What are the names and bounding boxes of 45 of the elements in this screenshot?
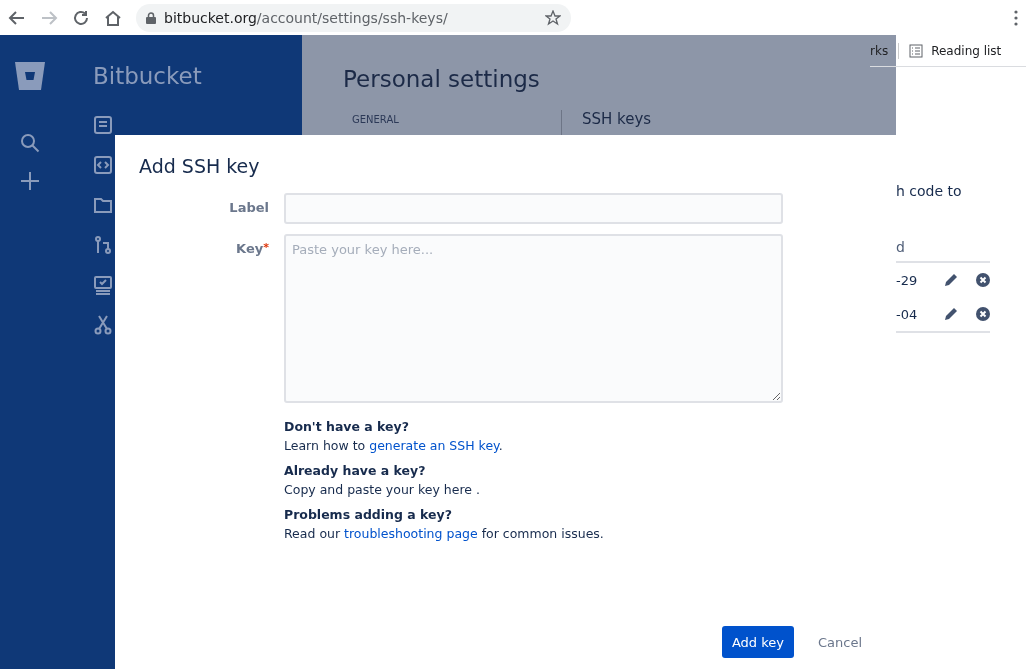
help-heading: Don't have a key? — [284, 419, 410, 434]
pencil-icon[interactable] — [944, 273, 958, 287]
help-link[interactable]: generate an SSH key — [369, 438, 499, 453]
plus-icon[interactable] — [20, 171, 40, 191]
section-title: SSH keys — [581, 110, 652, 130]
home-icon[interactable] — [104, 8, 122, 27]
help-heading: Problems adding a key? — [284, 507, 453, 522]
add-key-button[interactable]: Add key — [721, 626, 794, 658]
intro-text: h code to — [896, 183, 963, 199]
lock-icon — [146, 11, 156, 24]
url-text: bitbucket.org/account/settings/ssh-keys/ — [164, 9, 449, 26]
folder-icon[interactable] — [93, 195, 113, 215]
help-text: Learn how to generate an SSH key. — [284, 438, 504, 453]
required-mark: * — [263, 241, 269, 254]
menu-icon[interactable] — [1014, 9, 1018, 26]
bucket-logo-icon[interactable] — [14, 61, 46, 91]
product-name[interactable]: Bitbucket — [93, 63, 302, 89]
cancel-button[interactable]: Cancel — [807, 626, 872, 658]
remove-icon[interactable] — [976, 273, 990, 287]
field-label: Label — [229, 200, 269, 215]
help-text: Copy and paste your key here . — [284, 482, 481, 497]
remove-icon[interactable] — [976, 307, 990, 321]
back-icon[interactable] — [8, 8, 26, 27]
document-icon[interactable] — [93, 115, 113, 135]
page-title: Personal settings — [343, 66, 541, 92]
reading-list-button[interactable]: Reading list — [909, 43, 1002, 58]
star-icon[interactable] — [545, 9, 561, 26]
monitor-icon[interactable] — [93, 275, 113, 295]
pencil-icon[interactable] — [944, 307, 958, 321]
field-label: Key — [236, 241, 264, 256]
search-icon[interactable] — [20, 133, 40, 153]
date-cell-text: -04 — [896, 306, 919, 322]
scissors-icon[interactable] — [93, 315, 113, 335]
list-icon — [909, 43, 924, 58]
pull-request-icon[interactable] — [93, 235, 113, 255]
help-heading: Already have a key? — [284, 463, 427, 478]
code-icon[interactable] — [93, 155, 113, 175]
help-link[interactable]: troubleshooting page — [344, 526, 478, 541]
dialog-title: Add SSH key — [139, 155, 261, 177]
date-cell-text: -29 — [896, 272, 919, 288]
address-bar[interactable]: bitbucket.org/account/settings/ssh-keys/ — [136, 3, 571, 32]
bookmark-link[interactable]: rks — [870, 43, 889, 58]
reload-icon[interactable] — [72, 8, 90, 27]
help-text: Read our troubleshooting page for common issues. — [284, 526, 605, 541]
key-field[interactable]: Paste your key here... — [284, 234, 783, 403]
